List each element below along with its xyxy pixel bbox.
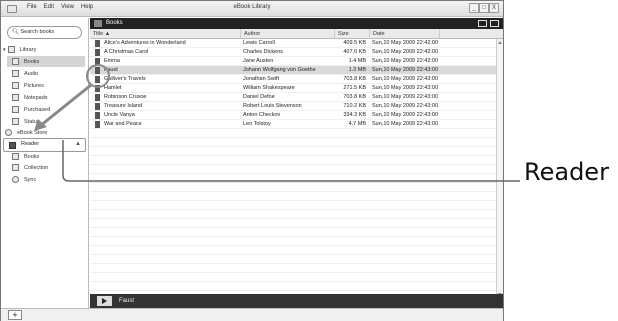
highlight-circle (86, 64, 110, 88)
pointer-arrow-shaft (39, 83, 92, 128)
callout-label: Reader (524, 158, 609, 186)
callout-leader-line (62, 140, 520, 182)
